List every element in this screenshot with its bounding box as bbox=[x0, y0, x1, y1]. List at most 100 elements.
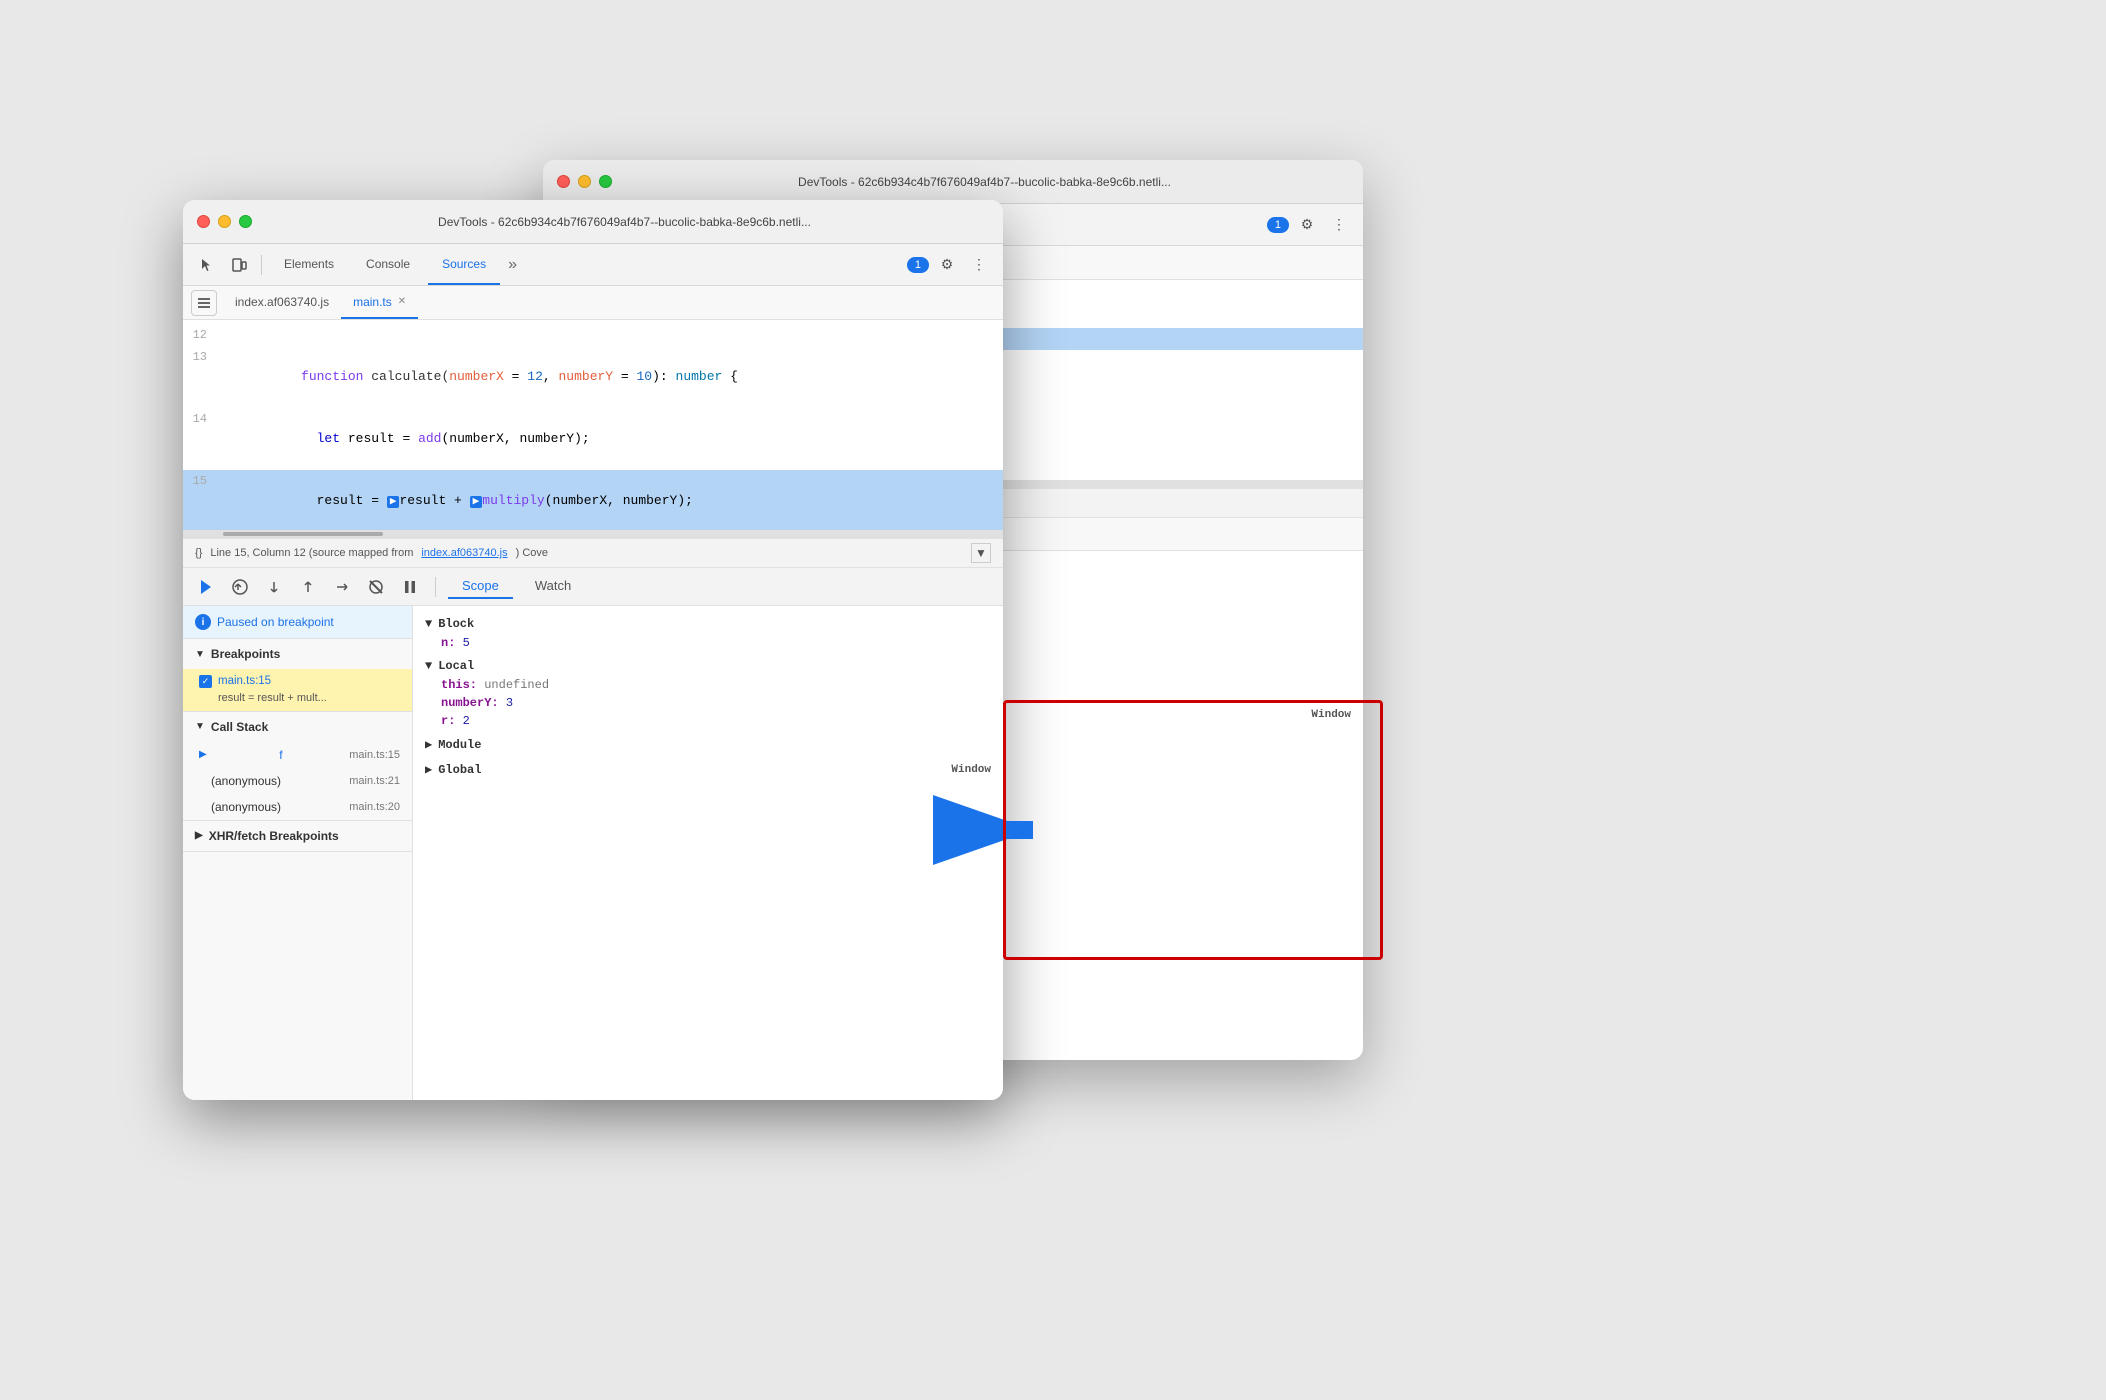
close-button-back[interactable] bbox=[557, 175, 570, 188]
callstack-section: ▼ Call Stack f main.ts:15 (anonymous) ma… bbox=[183, 712, 412, 821]
callstack-item-f[interactable]: f main.ts:15 bbox=[183, 742, 412, 768]
breakpoints-header[interactable]: ▼ Breakpoints bbox=[183, 639, 412, 669]
pause-btn[interactable] bbox=[397, 574, 423, 600]
front-global-triangle: ▶ bbox=[425, 762, 432, 777]
back-settings-icon[interactable]: ⚙ bbox=[1293, 211, 1321, 239]
maximize-button-front[interactable] bbox=[239, 215, 252, 228]
breakpoints-triangle: ▼ bbox=[195, 649, 205, 660]
callstack-fn-f: f bbox=[279, 748, 282, 762]
front-toolbar: Elements Console Sources » 1 ⚙ ⋮ bbox=[183, 244, 1003, 286]
back-more-menu-icon[interactable]: ⋮ bbox=[1325, 211, 1353, 239]
front-local-label: Local bbox=[438, 659, 474, 673]
paused-section: i Paused on breakpoint bbox=[183, 606, 412, 639]
front-scope-global-header[interactable]: ▶ Global Window bbox=[413, 759, 1003, 780]
front-block-triangle: ▼ bbox=[425, 617, 432, 631]
callstack-header[interactable]: ▼ Call Stack bbox=[183, 712, 412, 742]
front-scope-block-header[interactable]: ▼ Block bbox=[413, 614, 1003, 634]
step-next-btn[interactable] bbox=[329, 574, 355, 600]
front-numbery-val: 3 bbox=[506, 696, 513, 710]
step-up-btn[interactable] bbox=[295, 574, 321, 600]
front-more-menu-icon[interactable]: ⋮ bbox=[965, 251, 993, 279]
front-scope-block: ▼ Block n: 5 bbox=[413, 614, 1003, 652]
front-main-tab-label: main.ts bbox=[353, 295, 392, 309]
step-over-btn[interactable] bbox=[261, 574, 287, 600]
bp-code: result = result + mult... bbox=[218, 690, 327, 707]
xhr-header[interactable]: ▶ XHR/fetch Breakpoints bbox=[183, 821, 412, 851]
callstack-label: Call Stack bbox=[211, 720, 268, 734]
toolbar-sep-1 bbox=[261, 255, 262, 275]
front-scope-tab[interactable]: Scope bbox=[448, 574, 513, 599]
front-titlebar: DevTools - 62c6b934c4b7f676049af4b7--buc… bbox=[183, 200, 1003, 244]
front-scrollbar-thumb[interactable] bbox=[223, 532, 383, 536]
debug-sep bbox=[435, 577, 436, 597]
callstack-triangle: ▼ bbox=[195, 721, 205, 732]
front-local-r: r: 2 bbox=[413, 712, 1003, 730]
front-file-tab-main[interactable]: main.ts ✕ bbox=[341, 286, 418, 319]
step-back-btn[interactable] bbox=[227, 574, 253, 600]
front-scope-module: ▶ Module bbox=[413, 734, 1003, 755]
deactivate-btn[interactable] bbox=[363, 574, 389, 600]
front-tab-elements[interactable]: Elements bbox=[270, 244, 348, 285]
front-tab-console[interactable]: Console bbox=[352, 244, 424, 285]
sidebar-toggle-icon[interactable] bbox=[191, 290, 217, 316]
callstack-fn-anon1: (anonymous) bbox=[211, 774, 281, 788]
front-n-val: 5 bbox=[463, 636, 470, 650]
front-scope-module-header[interactable]: ▶ Module bbox=[413, 734, 1003, 755]
front-more-btn[interactable]: » bbox=[504, 256, 521, 274]
arrow-indicator bbox=[933, 790, 1053, 875]
back-titlebar: DevTools - 62c6b934c4b7f676049af4b7--buc… bbox=[543, 160, 1363, 204]
paused-info: i Paused on breakpoint bbox=[183, 606, 412, 638]
maximize-button-back[interactable] bbox=[599, 175, 612, 188]
front-scope-local-header[interactable]: ▼ Local bbox=[413, 656, 1003, 676]
play-btn[interactable] bbox=[193, 574, 219, 600]
front-r-val: 2 bbox=[463, 714, 470, 728]
back-chat-badge: 1 bbox=[1267, 217, 1289, 233]
front-module-triangle: ▶ bbox=[425, 737, 432, 752]
close-button-front[interactable] bbox=[197, 215, 210, 228]
front-scrollbar[interactable] bbox=[183, 530, 1003, 538]
front-debugger-toolbar: Scope Watch bbox=[183, 568, 1003, 606]
xhr-label: XHR/fetch Breakpoints bbox=[209, 829, 339, 843]
front-tab-sources[interactable]: Sources bbox=[428, 244, 500, 285]
front-status-text: Line 15, Column 12 (source mapped from bbox=[210, 547, 413, 559]
front-status-link[interactable]: index.af063740.js bbox=[421, 547, 507, 559]
breakpoints-label: Breakpoints bbox=[211, 647, 280, 661]
info-icon: i bbox=[195, 614, 211, 630]
front-global-header-inner: ▶ Global bbox=[425, 762, 481, 777]
front-r-key: r: bbox=[441, 714, 455, 728]
front-right-panel: ▼ Block n: 5 ▼ Local bbox=[413, 606, 1003, 1100]
front-line-14: 14 let result = add(numberX, numberY); bbox=[183, 408, 1003, 470]
close-status-btn[interactable]: ▼ bbox=[971, 543, 991, 563]
front-scope-global: ▶ Global Window bbox=[413, 759, 1003, 780]
bp-file: main.ts:15 bbox=[218, 673, 327, 690]
front-block-label: Block bbox=[438, 617, 474, 631]
callstack-loc-f: main.ts:15 bbox=[349, 749, 400, 761]
front-status-bar: {} Line 15, Column 12 (source mapped fro… bbox=[183, 538, 1003, 568]
front-this-val: undefined bbox=[484, 678, 549, 692]
pointer-icon[interactable] bbox=[193, 251, 221, 279]
device-icon[interactable] bbox=[225, 251, 253, 279]
callstack-loc-anon1: main.ts:21 bbox=[349, 775, 400, 787]
front-line-13: 13 function calculate(numberX = 12, numb… bbox=[183, 346, 1003, 408]
breakpoints-section: ▼ Breakpoints ✓ main.ts:15 result = resu… bbox=[183, 639, 412, 712]
curly-braces-icon: {} bbox=[195, 547, 202, 559]
front-tab-close[interactable]: ✕ bbox=[398, 296, 406, 307]
front-watch-tab[interactable]: Watch bbox=[521, 574, 585, 599]
front-line-15: 15 result = ▶result + ▶multiply(numberX,… bbox=[183, 470, 1003, 530]
paused-text: Paused on breakpoint bbox=[217, 615, 334, 629]
minimize-button-front[interactable] bbox=[218, 215, 231, 228]
front-scope-content: ▼ Block n: 5 ▼ Local bbox=[413, 606, 1003, 1100]
xhr-triangle: ▶ bbox=[195, 830, 203, 841]
front-line-12: 12 bbox=[183, 324, 1003, 346]
minimize-button-back[interactable] bbox=[578, 175, 591, 188]
front-file-tab-index[interactable]: index.af063740.js bbox=[223, 286, 341, 319]
front-global-val: Window bbox=[951, 764, 991, 776]
front-block-n: n: 5 bbox=[413, 634, 1003, 652]
front-local-triangle: ▼ bbox=[425, 659, 432, 673]
callstack-item-anon1[interactable]: (anonymous) main.ts:21 bbox=[183, 768, 412, 794]
bp-checkbox[interactable]: ✓ bbox=[199, 675, 212, 688]
callstack-item-anon2[interactable]: (anonymous) main.ts:20 bbox=[183, 794, 412, 820]
front-settings-icon[interactable]: ⚙ bbox=[933, 251, 961, 279]
front-global-label: Global bbox=[438, 763, 481, 777]
front-this-key: this: bbox=[441, 678, 477, 692]
